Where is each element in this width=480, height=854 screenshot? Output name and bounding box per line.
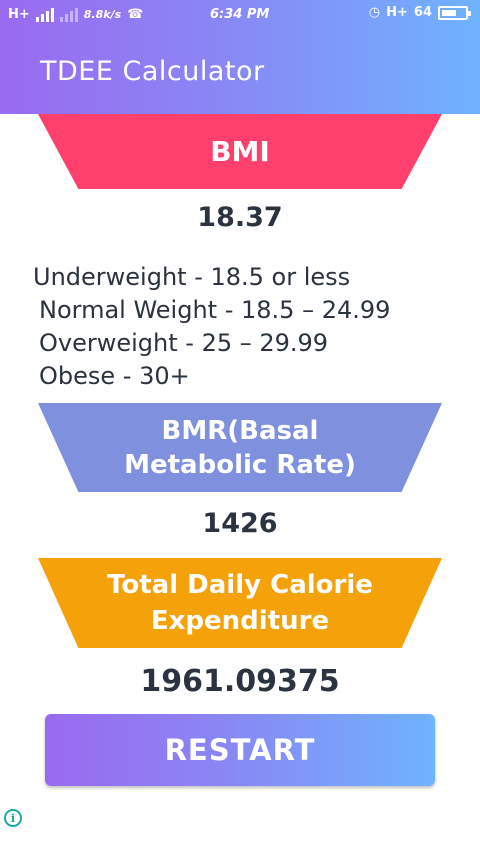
network-type-right: H+ xyxy=(386,5,408,20)
bmi-range-normal: Normal Weight - 18.5 – 24.99 xyxy=(39,296,391,324)
tdee-value: 1961.09375 xyxy=(140,664,340,699)
battery-icon xyxy=(438,5,471,20)
bmr-value: 1426 xyxy=(202,508,278,539)
tdee-banner: Total Daily Calorie Expenditure xyxy=(38,558,442,648)
status-bar: H+ 8.8k/s ☎ 6:34 PM ◷ H+ 64 xyxy=(0,0,480,32)
page-title: TDEE Calculator xyxy=(40,56,265,87)
bmi-range-underweight: Underweight - 18.5 or less xyxy=(33,263,351,291)
network-type-left: H+ xyxy=(8,7,30,22)
data-speed: 8.8k/s xyxy=(83,8,122,21)
app-header: H+ 8.8k/s ☎ 6:34 PM ◷ H+ 64 TDEE Calcula… xyxy=(0,0,480,114)
signal-icon-secondary xyxy=(59,7,78,22)
bmr-label-line2: Metabolic Rate) xyxy=(124,449,356,480)
whatsapp-icon: ☎ xyxy=(127,7,144,22)
bmi-value: 18.37 xyxy=(197,202,283,233)
bmi-label: BMI xyxy=(210,135,270,168)
status-time: 6:34 PM xyxy=(210,7,270,22)
tdee-label-line1: Total Daily Calorie xyxy=(107,570,373,600)
tdee-label-line2: Expenditure xyxy=(150,606,330,636)
info-icon[interactable]: i xyxy=(4,809,22,827)
bmr-label-line1: BMR(Basal xyxy=(161,415,319,446)
bmr-banner: BMR(Basal Metabolic Rate) xyxy=(38,403,442,492)
signal-icon xyxy=(35,7,54,22)
bmi-range-overweight: Overweight - 25 – 29.99 xyxy=(39,329,329,357)
alarm-icon: ◷ xyxy=(368,5,381,20)
restart-button[interactable]: RESTART xyxy=(45,714,435,786)
bmi-range-obese: Obese - 30+ xyxy=(39,362,190,390)
bmi-banner: BMI xyxy=(38,114,442,189)
battery-percent: 64 xyxy=(413,5,432,20)
bmi-ranges-list: Underweight - 18.5 or less Normal Weight… xyxy=(33,261,390,393)
